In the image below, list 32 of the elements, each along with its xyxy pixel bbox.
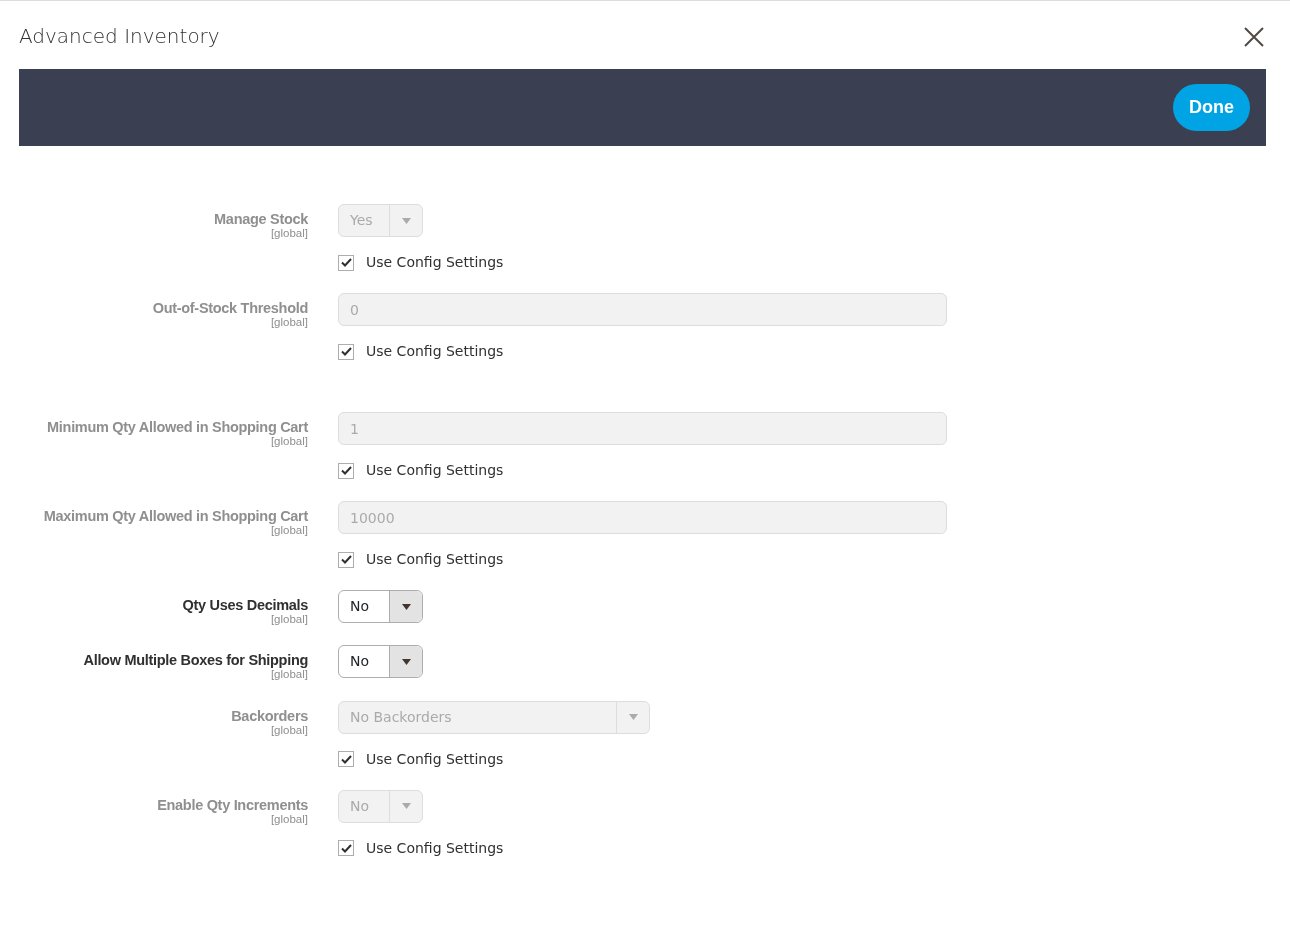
field-label: Backorders xyxy=(230,708,308,725)
checkbox-label: Use Config Settings xyxy=(366,461,504,480)
field-label: Minimum Qty Allowed in Shopping Cart xyxy=(46,420,308,436)
caret-icon xyxy=(401,217,411,224)
field-label: Qty Uses Decimals xyxy=(181,598,308,614)
caret-icon xyxy=(401,803,411,810)
scope-label: [global] xyxy=(269,316,308,329)
field-label: Maximum Qty Allowed in Shopping Cart xyxy=(42,509,308,525)
scope-label: [global] xyxy=(269,724,308,737)
scope-label: [global] xyxy=(270,435,308,448)
caret-icon xyxy=(628,714,638,721)
checkbox-label: Use Config Settings xyxy=(366,253,504,272)
scope-label: [global] xyxy=(270,524,308,537)
scope-label: [global] xyxy=(269,227,308,240)
field-label: Enable Qty Increments xyxy=(156,797,308,814)
field-label: Out-of-Stock Threshold xyxy=(151,301,308,317)
select-field[interactable]: No xyxy=(338,590,423,623)
scope-label: [global] xyxy=(269,813,308,826)
done-button[interactable]: Done xyxy=(1173,84,1250,131)
checkbox-label: Use Config Settings xyxy=(366,838,504,858)
checkbox-label: Use Config Settings xyxy=(366,550,504,569)
field-label: Manage Stock xyxy=(213,212,308,228)
caret-icon xyxy=(401,603,411,610)
modal-title: Advanced Inventory xyxy=(19,23,220,50)
caret-icon xyxy=(401,658,411,665)
field-label: Allow Multiple Boxes for Shipping xyxy=(82,653,308,670)
close-icon[interactable] xyxy=(1242,24,1266,48)
scope-label: [global] xyxy=(269,613,308,626)
checkbox-label: Use Config Settings xyxy=(366,342,504,361)
checkbox-label: Use Config Settings xyxy=(366,749,504,769)
select-field[interactable]: No xyxy=(338,645,423,679)
scope-label: [global] xyxy=(269,669,308,681)
